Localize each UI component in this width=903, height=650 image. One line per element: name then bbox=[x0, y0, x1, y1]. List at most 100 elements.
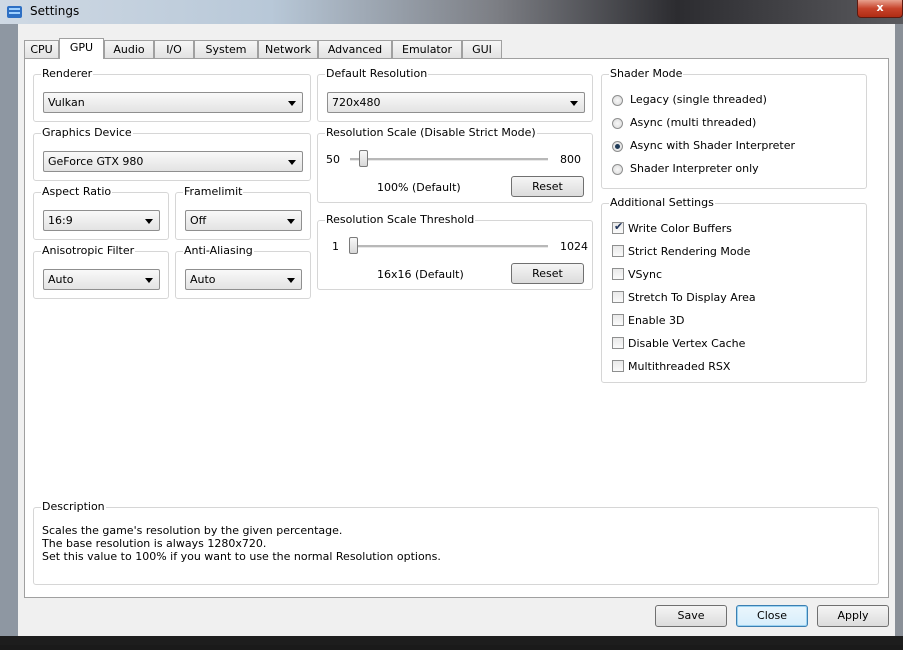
anisotropic-filter-select[interactable]: Auto bbox=[43, 269, 160, 290]
app-icon bbox=[7, 6, 22, 18]
close-icon: x bbox=[876, 1, 884, 14]
chevron-down-icon bbox=[287, 278, 295, 283]
scale-threshold-max: 1024 bbox=[560, 240, 588, 253]
resolution-scale-slider-handle[interactable] bbox=[359, 150, 368, 167]
checkmark-icon: ✔ bbox=[614, 220, 624, 233]
anti-aliasing-select[interactable]: Auto bbox=[185, 269, 302, 290]
tab-audio[interactable]: Audio bbox=[104, 40, 154, 58]
resolution-scale-group: Resolution Scale (Disable Strict Mode) 5… bbox=[317, 126, 593, 203]
tab-gui[interactable]: GUI bbox=[462, 40, 502, 58]
chevron-down-icon bbox=[287, 219, 295, 224]
framelimit-group: Framelimit Off bbox=[175, 185, 311, 240]
radio-button[interactable] bbox=[612, 141, 623, 152]
scale-threshold-min: 1 bbox=[332, 240, 339, 253]
framelimit-group-title: Framelimit bbox=[183, 185, 244, 198]
anisotropic-filter-group: Anisotropic Filter Auto bbox=[33, 244, 169, 299]
renderer-value: Vulkan bbox=[48, 96, 85, 109]
chevron-down-icon bbox=[145, 219, 153, 224]
tab-label: Advanced bbox=[327, 43, 383, 56]
tab-label: GUI bbox=[472, 43, 492, 56]
gpu-tab-page: Renderer Vulkan Graphics Device GeForce … bbox=[24, 58, 889, 598]
checkbox[interactable] bbox=[612, 314, 624, 326]
tab-label: System bbox=[205, 43, 247, 56]
resolution-scale-group-title: Resolution Scale (Disable Strict Mode) bbox=[325, 126, 537, 139]
reset-label: Reset bbox=[532, 180, 563, 193]
tab-advanced[interactable]: Advanced bbox=[318, 40, 392, 58]
checkbox[interactable] bbox=[612, 245, 624, 257]
tab-network[interactable]: Network bbox=[258, 40, 318, 58]
resolution-scale-value: 100% (Default) bbox=[377, 181, 461, 194]
tab-label: GPU bbox=[69, 41, 94, 54]
tab-io[interactable]: I/O bbox=[154, 40, 194, 58]
graphics-device-select[interactable]: GeForce GTX 980 bbox=[43, 151, 303, 172]
anisotropic-filter-value: Auto bbox=[48, 273, 74, 286]
checkbox[interactable] bbox=[612, 268, 624, 280]
description-line: The base resolution is always 1280x720. bbox=[42, 537, 267, 550]
shader-mode-group-title: Shader Mode bbox=[609, 67, 684, 80]
resolution-scale-min: 50 bbox=[326, 153, 340, 166]
shader-mode-group: Shader Mode Legacy (single threaded) Asy… bbox=[601, 67, 867, 189]
graphics-device-group-title: Graphics Device bbox=[41, 126, 133, 139]
resolution-scale-max: 800 bbox=[560, 153, 581, 166]
tab-label: CPU bbox=[30, 43, 53, 56]
aspect-ratio-select[interactable]: 16:9 bbox=[43, 210, 160, 231]
tab-gpu[interactable]: GPU bbox=[59, 38, 104, 59]
checkbox[interactable] bbox=[612, 360, 624, 372]
close-label: Close bbox=[757, 609, 787, 622]
graphics-device-value: GeForce GTX 980 bbox=[48, 155, 144, 168]
checkbox[interactable]: ✔ bbox=[612, 220, 624, 234]
radio-button[interactable] bbox=[612, 164, 623, 175]
tab-emulator[interactable]: Emulator bbox=[392, 40, 462, 58]
resolution-scale-reset-button[interactable]: Reset bbox=[511, 176, 584, 197]
apply-button[interactable]: Apply bbox=[817, 605, 889, 627]
checkbox-label: Write Color Buffers bbox=[628, 222, 732, 235]
checkbox-label: Stretch To Display Area bbox=[628, 291, 756, 304]
radio-button[interactable] bbox=[612, 118, 623, 129]
tab-label: Audio bbox=[113, 43, 145, 56]
tab-label: Emulator bbox=[402, 43, 452, 56]
title-bar: Settings x bbox=[0, 0, 903, 24]
framelimit-select[interactable]: Off bbox=[185, 210, 302, 231]
aspect-ratio-group: Aspect Ratio 16:9 bbox=[33, 185, 169, 240]
anti-aliasing-value: Auto bbox=[190, 273, 216, 286]
tab-label: Network bbox=[265, 43, 311, 56]
scale-threshold-track bbox=[350, 245, 548, 248]
default-resolution-value: 720x480 bbox=[332, 96, 381, 109]
checkbox-label: VSync bbox=[628, 268, 663, 281]
checkbox-label: Disable Vertex Cache bbox=[628, 337, 746, 350]
apply-label: Apply bbox=[837, 609, 869, 622]
scale-threshold-value: 16x16 (Default) bbox=[377, 268, 464, 281]
window-close-button[interactable]: x bbox=[857, 0, 903, 18]
checkbox-label: Strict Rendering Mode bbox=[628, 245, 751, 258]
settings-window: CPU GPU Audio I/O System Network Advance… bbox=[0, 24, 903, 645]
shader-mode-label: Legacy (single threaded) bbox=[630, 93, 767, 106]
framelimit-value: Off bbox=[190, 214, 207, 227]
anti-aliasing-group-title: Anti-Aliasing bbox=[183, 244, 254, 257]
reset-label: Reset bbox=[532, 267, 563, 280]
radio-button[interactable] bbox=[612, 95, 623, 106]
additional-settings-group: Additional Settings ✔ Write Color Buffer… bbox=[601, 196, 867, 383]
scale-threshold-group-title: Resolution Scale Threshold bbox=[325, 213, 476, 226]
renderer-select[interactable]: Vulkan bbox=[43, 92, 303, 113]
aspect-ratio-group-title: Aspect Ratio bbox=[41, 185, 113, 198]
checkbox[interactable] bbox=[612, 291, 624, 303]
close-button[interactable]: Close bbox=[736, 605, 808, 627]
checkbox-label: Enable 3D bbox=[628, 314, 685, 327]
window-title: Settings bbox=[30, 4, 80, 18]
scale-threshold-slider-handle[interactable] bbox=[349, 237, 358, 254]
description-group-title: Description bbox=[41, 500, 106, 513]
description-line: Set this value to 100% if you want to us… bbox=[42, 550, 441, 563]
tab-system[interactable]: System bbox=[194, 40, 258, 58]
window-frame-bottom bbox=[0, 636, 903, 645]
chevron-down-icon bbox=[570, 101, 578, 106]
renderer-group: Renderer Vulkan bbox=[33, 67, 311, 122]
default-resolution-select[interactable]: 720x480 bbox=[327, 92, 585, 113]
description-line: Scales the game's resolution by the give… bbox=[42, 524, 343, 537]
checkbox[interactable] bbox=[612, 337, 624, 349]
dialog-client: CPU GPU Audio I/O System Network Advance… bbox=[18, 24, 895, 636]
tab-cpu[interactable]: CPU bbox=[24, 40, 59, 58]
scale-threshold-reset-button[interactable]: Reset bbox=[511, 263, 584, 284]
save-button[interactable]: Save bbox=[655, 605, 727, 627]
checkbox-label: Multithreaded RSX bbox=[628, 360, 731, 373]
anti-aliasing-group: Anti-Aliasing Auto bbox=[175, 244, 311, 299]
